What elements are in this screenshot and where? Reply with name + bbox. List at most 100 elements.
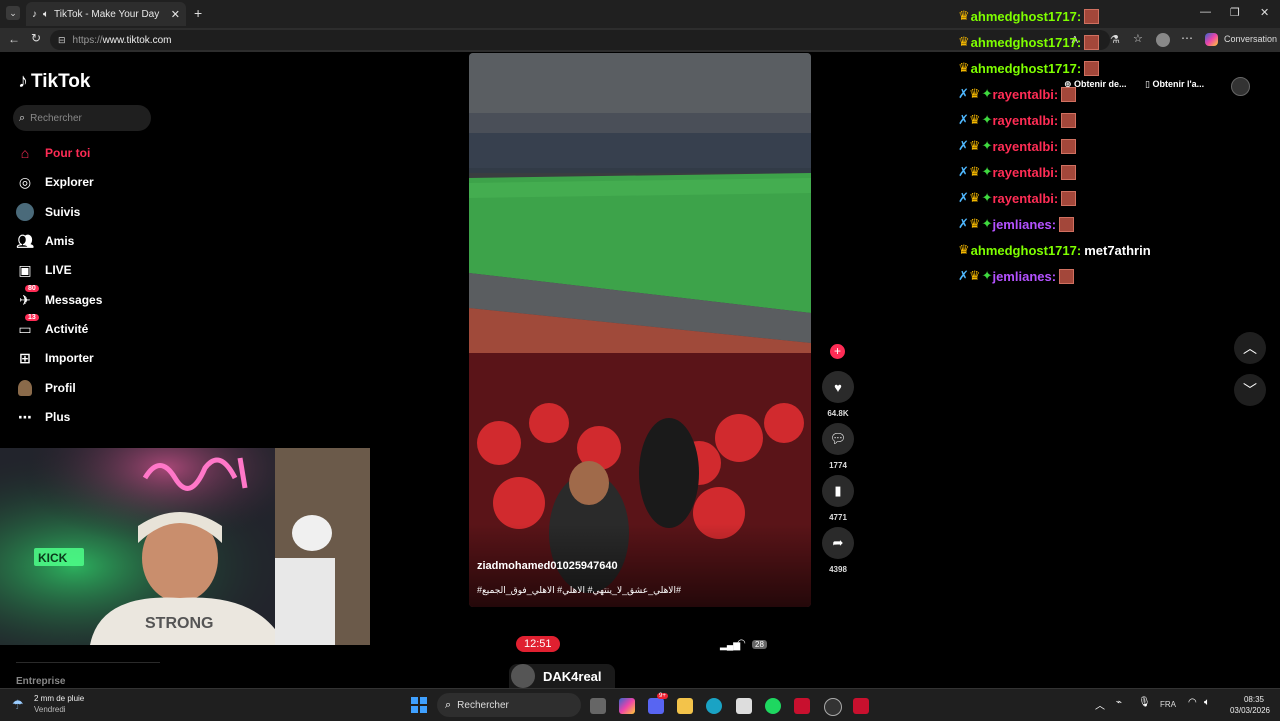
- refresh-icon[interactable]: ↻: [31, 31, 41, 45]
- sidebar-item-live[interactable]: ▣ LIVE: [16, 259, 72, 281]
- profile-avatar-icon[interactable]: [1156, 33, 1170, 47]
- share-icon[interactable]: ➦: [822, 527, 854, 559]
- gem-badge-icon: ✦: [981, 268, 993, 283]
- copilot-label[interactable]: Conversation: [1224, 34, 1277, 44]
- sidebar-item-profil[interactable]: Profil: [16, 377, 76, 399]
- browser-menu-icon[interactable]: ⋯: [1181, 31, 1193, 45]
- sidebar-item-importer[interactable]: ⊞ Importer: [16, 347, 94, 369]
- app-red-icon[interactable]: [794, 698, 810, 714]
- user-avatar-icon[interactable]: [1231, 77, 1250, 96]
- search-box[interactable]: ⌕ Rechercher: [13, 105, 151, 131]
- chat-message: ♛ ahmedghost1717:: [958, 8, 1100, 24]
- comment-icon[interactable]: 💬︎: [822, 423, 854, 455]
- tray-network-icon[interactable]: ⌁: [1116, 697, 1122, 708]
- svg-text:KICK: KICK: [38, 551, 68, 565]
- chat-message: ♛ ahmedghost1717:: [958, 34, 1100, 50]
- chat-username: jemlianes:: [992, 216, 1057, 232]
- sidebar-footer-entreprise[interactable]: Entreprise: [16, 676, 65, 687]
- crown-badge-icon: ♛: [968, 268, 981, 283]
- save-action: ▮ 4771: [822, 475, 854, 522]
- next-video-preview[interactable]: DAK4real: [509, 664, 615, 688]
- tray-mic-icon[interactable]: 🎙︎: [1138, 697, 1151, 708]
- copilot-icon[interactable]: [1205, 33, 1218, 46]
- sidebar-item-messages[interactable]: ✈ 80 Messages: [16, 285, 102, 311]
- sidebar-item-label: Suivis: [45, 205, 81, 219]
- file-explorer-icon[interactable]: [677, 698, 693, 714]
- following-avatar-icon: [16, 203, 34, 221]
- get-app-label: Obtenir l'a...: [1152, 79, 1205, 89]
- sword-badge-icon: ✗: [958, 268, 969, 283]
- compass-icon: ◎: [18, 173, 32, 190]
- new-tab-icon[interactable]: +: [194, 5, 202, 21]
- tab-list-icon[interactable]: ⌄: [6, 6, 20, 20]
- tray-volume-icon[interactable]: 🔈︎: [1204, 697, 1210, 708]
- copilot-app-icon[interactable]: [619, 698, 635, 714]
- tiktok-logo[interactable]: ♪ TikTok: [18, 70, 90, 93]
- tray-wifi-icon[interactable]: ◠: [1188, 697, 1197, 708]
- follow-plus-icon[interactable]: +: [830, 344, 845, 359]
- close-tab-icon[interactable]: ✕: [171, 8, 180, 21]
- store-icon[interactable]: [736, 698, 752, 714]
- spotify-icon[interactable]: [765, 698, 781, 714]
- like-heart-icon[interactable]: ♥: [822, 371, 854, 403]
- friends-icon: 👥︎: [16, 232, 34, 249]
- sidebar-item-label: Profil: [45, 381, 76, 395]
- gem-badge-icon: ✦: [981, 190, 993, 205]
- edge-browser-icon[interactable]: [706, 698, 722, 714]
- audio-icon[interactable]: 🔈︎: [43, 9, 49, 20]
- sidebar-item-amis[interactable]: 👥︎ Amis: [16, 230, 74, 252]
- search-input[interactable]: Rechercher: [30, 113, 82, 124]
- next-video-chevron-down-icon[interactable]: ﹀: [1234, 374, 1266, 406]
- video-author[interactable]: ziadmohamed01025947640: [477, 560, 618, 572]
- chat-message: ✗ ♛ ✦ rayentalbi:: [958, 164, 1077, 180]
- minimize-icon[interactable]: —: [1200, 6, 1211, 18]
- emote-icon: [1061, 86, 1077, 102]
- taskbar-search[interactable]: ⌕ Rechercher: [437, 693, 581, 717]
- sidebar-item-label: LIVE: [45, 263, 72, 277]
- weather-line1[interactable]: 2 mm de pluie: [34, 694, 84, 703]
- clock-date[interactable]: 03/03/2026: [1222, 706, 1270, 715]
- sidebar-item-suivis[interactable]: Suivis: [16, 201, 80, 223]
- gem-badge-icon: ✦: [981, 138, 993, 153]
- gem-badge-icon: ✦: [981, 112, 993, 127]
- search-icon: ⌕: [19, 111, 26, 124]
- discord-icon[interactable]: 9+: [648, 693, 668, 714]
- webcam-image: KICK STRONG: [0, 448, 370, 645]
- tiktok-favicon-icon: ♪: [32, 8, 37, 20]
- tray-chevron-up-icon[interactable]: ︿: [1095, 697, 1105, 712]
- sidebar-item-pour-toi[interactable]: ⌂ Pour toi: [16, 142, 91, 164]
- video-player[interactable]: ziadmohamed01025947640 #الاهلي_عشق_لا_ين…: [469, 53, 811, 607]
- bookmark-icon[interactable]: ▮: [822, 475, 854, 507]
- clock-time[interactable]: 08:35: [1228, 695, 1264, 704]
- weather-icon[interactable]: ☂: [12, 697, 24, 713]
- previous-video-chevron-up-icon[interactable]: ︿: [1234, 332, 1266, 364]
- back-icon[interactable]: ←: [8, 32, 20, 46]
- tab-tiktok[interactable]: ♪ 🔈︎ TikTok - Make Your Day ✕: [26, 2, 186, 26]
- maximize-icon[interactable]: ❐: [1230, 6, 1240, 19]
- gem-badge-icon: ✦: [981, 216, 993, 231]
- messages-icon: ✈ 80: [16, 285, 39, 309]
- emote-icon: [1061, 112, 1077, 128]
- sidebar-item-activite[interactable]: ▭ 13 Activité: [16, 314, 89, 340]
- site-info-icon[interactable]: ⊟: [58, 35, 66, 46]
- sidebar-item-label: Activité: [45, 322, 89, 336]
- task-view-icon[interactable]: [590, 698, 606, 714]
- tiktok-logo-icon: ♪: [18, 70, 28, 92]
- profile-icon: [16, 379, 34, 397]
- start-windows-icon[interactable]: [411, 697, 427, 713]
- kick-app-icon[interactable]: [853, 698, 869, 714]
- crown-badge-icon: ♛: [968, 112, 981, 127]
- extensions-icon[interactable]: ⚗: [1110, 33, 1120, 46]
- chat-message-text: met7athrin: [1084, 242, 1151, 258]
- emote-icon: [1059, 268, 1075, 284]
- weather-line2[interactable]: Vendredi: [34, 705, 66, 714]
- favorites-icon[interactable]: ☆: [1133, 32, 1143, 45]
- sidebar-item-plus[interactable]: ⋯ Plus: [16, 406, 70, 428]
- obs-icon[interactable]: [824, 698, 842, 716]
- close-window-icon[interactable]: ✕: [1260, 6, 1269, 19]
- url-field[interactable]: ⊟ https:// www.tiktok.com A ☆: [50, 30, 1110, 50]
- get-app-button[interactable]: ▯ Obtenir l'a...: [1145, 79, 1204, 90]
- sidebar-item-explorer[interactable]: ◎ Explorer: [16, 171, 94, 193]
- language-indicator[interactable]: FRA: [1160, 700, 1176, 709]
- sidebar-divider: [16, 662, 160, 663]
